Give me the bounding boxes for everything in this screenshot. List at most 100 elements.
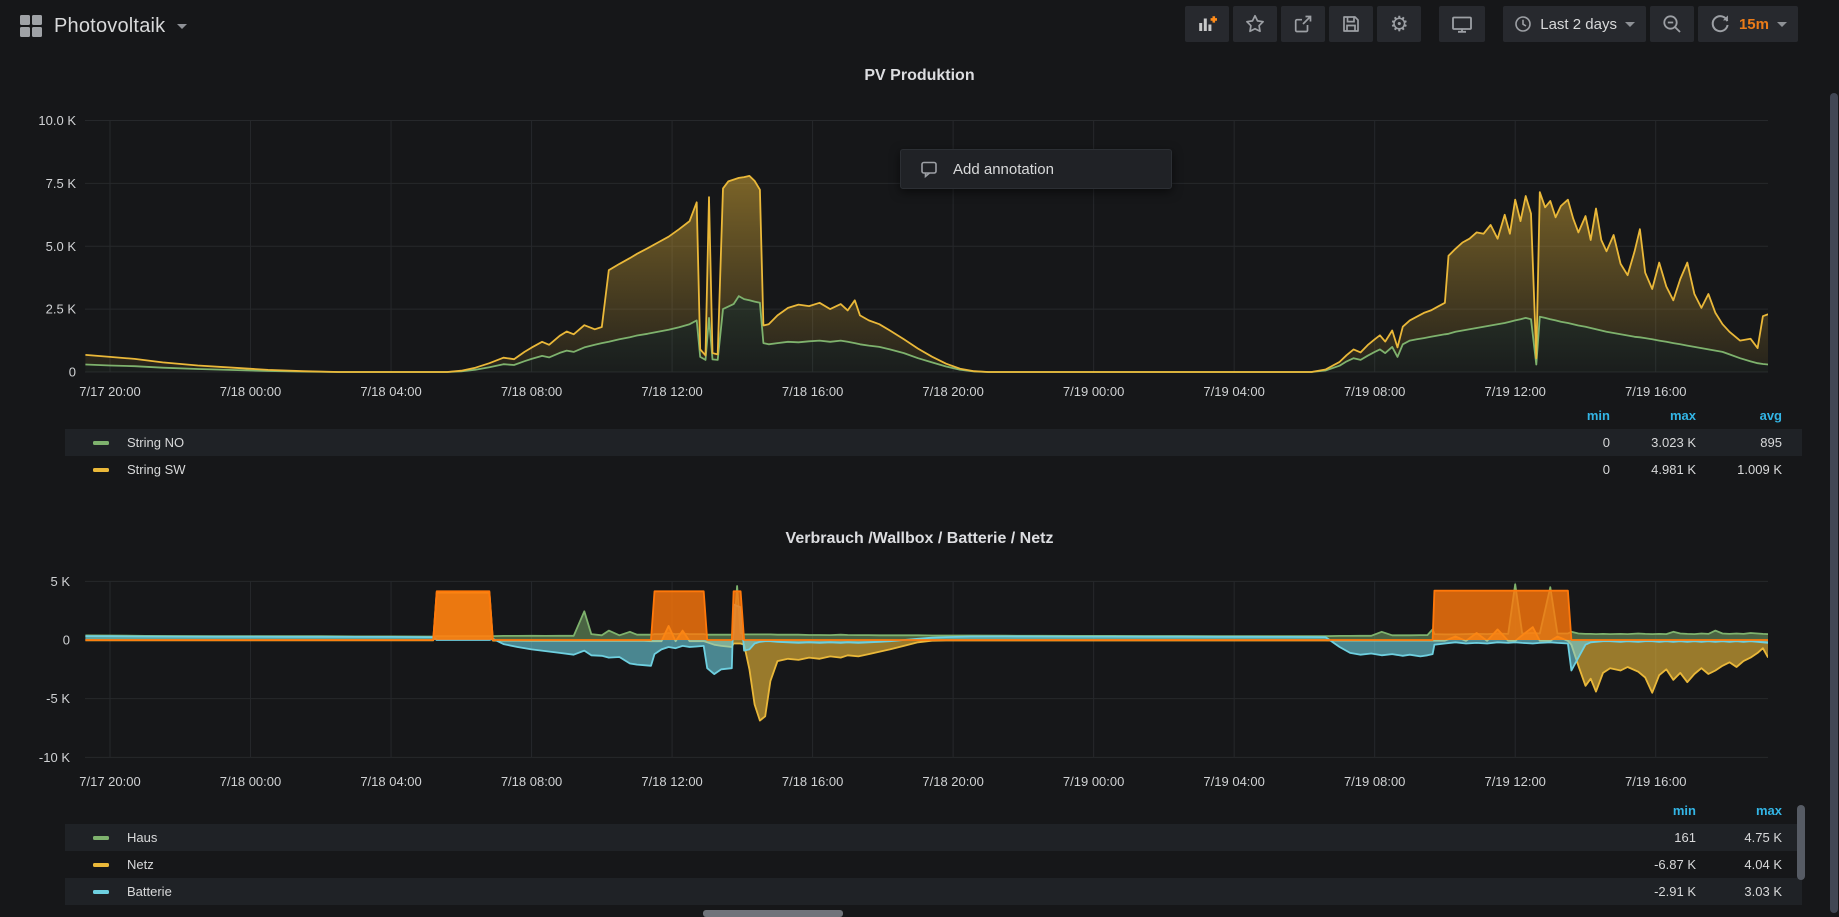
refresh-icon (1709, 13, 1731, 35)
series-label[interactable]: Haus (127, 830, 157, 845)
share-icon (1292, 13, 1314, 35)
pv-produktion-plot-area[interactable] (85, 107, 1768, 372)
legend-col-max[interactable]: max (1610, 408, 1696, 423)
stat-max: 4.981 K (1610, 462, 1696, 477)
horizontal-scrollbar[interactable] (703, 910, 843, 917)
stat-min: 0 (1524, 435, 1610, 450)
legend-row-pv-string-sw[interactable]: String SW 04.981 K1.009 K (65, 456, 1802, 483)
dashboard-title-caret-icon[interactable] (177, 24, 187, 29)
refresh-picker[interactable]: 15m (1698, 6, 1798, 42)
legend-verbrauch: minmax Haus 1614.75 K Netz -6.87 K4.04 K Batt… (65, 797, 1802, 905)
stat-avg: 1.009 K (1696, 462, 1782, 477)
stat-max: 3.023 K (1610, 435, 1696, 450)
zoom-out-button[interactable] (1650, 6, 1694, 42)
svg-text:7/18 12:00: 7/18 12:00 (641, 384, 702, 399)
share-button[interactable] (1281, 6, 1325, 42)
legend-col-min[interactable]: min (1610, 803, 1696, 818)
series-label[interactable]: String NO (127, 435, 184, 450)
legend-scrollbar[interactable] (1797, 805, 1805, 880)
zoom-out-icon (1661, 13, 1683, 35)
svg-text:7/18 20:00: 7/18 20:00 (922, 774, 983, 789)
svg-text:7/18 08:00: 7/18 08:00 (501, 384, 562, 399)
svg-text:7/17 20:00: 7/17 20:00 (79, 774, 140, 789)
dashboard-title[interactable]: Photovoltaik (54, 15, 165, 38)
svg-text:0: 0 (63, 633, 70, 648)
legend-pv-produktion: minmaxavg String NO 03.023 K895 String SW 04… (65, 402, 1802, 483)
svg-text:7/19 08:00: 7/19 08:00 (1344, 774, 1405, 789)
svg-text:7/19 12:00: 7/19 12:00 (1484, 774, 1545, 789)
time-range-label: Last 2 days (1540, 16, 1617, 33)
refresh-caret-icon (1777, 22, 1787, 27)
svg-text:7/19 00:00: 7/19 00:00 (1063, 774, 1124, 789)
svg-text:7/17 20:00: 7/17 20:00 (79, 384, 140, 399)
series-color-swatch[interactable] (93, 836, 109, 840)
svg-text:10.0 K: 10.0 K (38, 113, 76, 128)
svg-text:7/18 08:00: 7/18 08:00 (501, 774, 562, 789)
settings-button[interactable]: ⚙ (1377, 6, 1421, 42)
star-icon (1244, 13, 1266, 35)
svg-text:7.5 K: 7.5 K (46, 176, 77, 191)
series-color-swatch[interactable] (93, 468, 109, 472)
stat-max: 4.04 K (1696, 857, 1782, 872)
stat-max: 4.75 K (1696, 830, 1782, 845)
stat-min: -2.91 K (1610, 884, 1696, 899)
add-annotation-label: Add annotation (953, 161, 1054, 178)
svg-text:7/18 12:00: 7/18 12:00 (641, 774, 702, 789)
svg-text:5.0 K: 5.0 K (46, 239, 77, 254)
stat-max: 3.03 K (1696, 884, 1782, 899)
series-color-swatch[interactable] (93, 441, 109, 445)
legend-col-avg[interactable]: avg (1696, 408, 1782, 423)
svg-text:7/18 00:00: 7/18 00:00 (220, 384, 281, 399)
clock-icon (1514, 15, 1532, 33)
tv-mode-button[interactable] (1439, 6, 1485, 42)
svg-text:7/18 04:00: 7/18 04:00 (360, 774, 421, 789)
svg-text:7/19 04:00: 7/19 04:00 (1203, 774, 1264, 789)
svg-text:7/19 12:00: 7/19 12:00 (1484, 384, 1545, 399)
stat-min: 161 (1610, 830, 1696, 845)
gear-icon: ⚙ (1390, 14, 1409, 35)
monitor-icon (1450, 13, 1474, 35)
svg-text:2.5 K: 2.5 K (46, 302, 77, 317)
legend-row-verbrauch-netz[interactable]: Netz -6.87 K4.04 K (65, 851, 1802, 878)
stat-min: -6.87 K (1610, 857, 1696, 872)
svg-text:-5 K: -5 K (46, 691, 70, 706)
svg-text:7/19 00:00: 7/19 00:00 (1063, 384, 1124, 399)
series-label[interactable]: Netz (127, 857, 154, 872)
legend-col-max[interactable]: max (1696, 803, 1782, 818)
legend-header: minmaxavg (65, 402, 1802, 429)
panel-title-verbrauch[interactable]: Verbrauch /Wallbox / Batterie / Netz (0, 530, 1839, 548)
svg-text:7/18 04:00: 7/18 04:00 (360, 384, 421, 399)
stat-avg: 895 (1696, 435, 1782, 450)
panel-title-pv-produktion[interactable]: PV Produktion (0, 67, 1839, 85)
page-scrollbar[interactable] (1830, 93, 1838, 913)
time-range-picker[interactable]: Last 2 days (1503, 6, 1646, 42)
svg-text:7/19 04:00: 7/19 04:00 (1203, 384, 1264, 399)
save-icon (1340, 13, 1362, 35)
legend-header: minmax (65, 797, 1802, 824)
add-panel-button[interactable] (1185, 6, 1229, 42)
svg-text:0: 0 (69, 365, 76, 380)
star-button[interactable] (1233, 6, 1277, 42)
svg-text:7/18 16:00: 7/18 16:00 (782, 384, 843, 399)
add-panel-icon (1196, 13, 1218, 35)
verbrauch-plot-area[interactable] (85, 570, 1768, 758)
stat-min: 0 (1524, 462, 1610, 477)
svg-text:7/19 08:00: 7/19 08:00 (1344, 384, 1405, 399)
save-button[interactable] (1329, 6, 1373, 42)
legend-col-min[interactable]: min (1524, 408, 1610, 423)
svg-text:7/18 00:00: 7/18 00:00 (220, 774, 281, 789)
series-color-swatch[interactable] (93, 863, 109, 867)
series-color-swatch[interactable] (93, 890, 109, 894)
add-annotation-menu-item[interactable]: Add annotation (900, 149, 1172, 189)
time-range-caret-icon (1625, 22, 1635, 27)
dashboards-icon[interactable] (20, 15, 42, 37)
svg-text:7/18 16:00: 7/18 16:00 (782, 774, 843, 789)
svg-text:7/19 16:00: 7/19 16:00 (1625, 774, 1686, 789)
legend-row-pv-string-no[interactable]: String NO 03.023 K895 (65, 429, 1802, 456)
legend-row-verbrauch-haus[interactable]: Haus 1614.75 K (65, 824, 1802, 851)
legend-row-verbrauch-batterie[interactable]: Batterie -2.91 K3.03 K (65, 878, 1802, 905)
comment-icon (919, 159, 939, 179)
refresh-interval-label: 15m (1739, 16, 1769, 33)
series-label[interactable]: Batterie (127, 884, 172, 899)
series-label[interactable]: String SW (127, 462, 186, 477)
